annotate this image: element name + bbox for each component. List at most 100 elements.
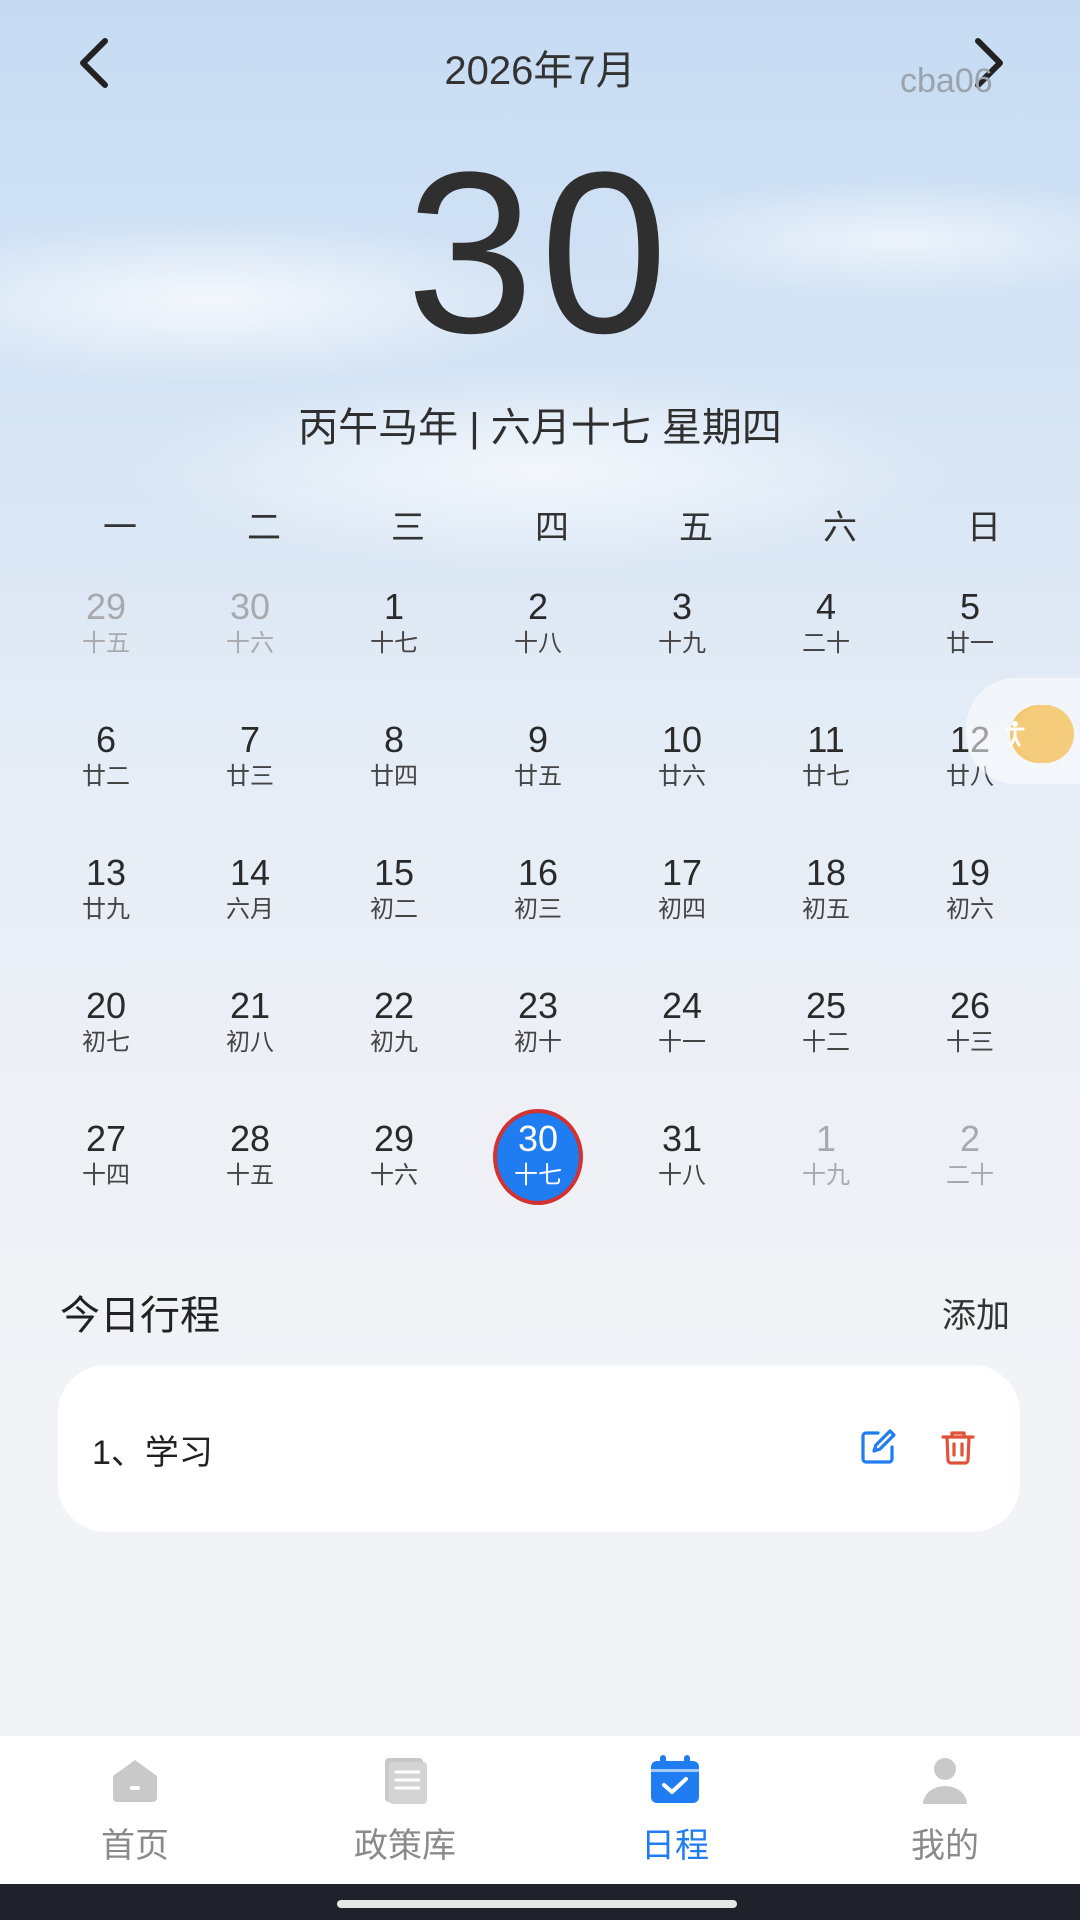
day-number: 1 <box>383 586 405 627</box>
lunar-day: 初四 <box>658 896 706 923</box>
day-number: 4 <box>815 586 837 627</box>
schedule-item-text: 1、学习 <box>92 1434 213 1472</box>
calendar-day[interactable]: 13 廿九 <box>34 846 178 979</box>
lunar-day: 十七 <box>514 1162 562 1189</box>
calendar-day[interactable]: 8 廿四 <box>322 713 466 846</box>
day-number: 5 <box>959 586 981 627</box>
calendar-day[interactable]: 19 初六 <box>898 846 1042 979</box>
lunar-day: 二十 <box>802 630 850 657</box>
calendar-day[interactable]: 20 初七 <box>34 979 178 1112</box>
calendar-day[interactable]: 2 十八 <box>466 580 610 713</box>
lunar-day: 十八 <box>514 630 562 657</box>
calendar-day[interactable]: 21 初八 <box>178 979 322 1112</box>
lunar-day: 十二 <box>802 1029 850 1056</box>
tab-home[interactable]: 首页 <box>0 1736 270 1884</box>
lunar-day: 十八 <box>658 1162 706 1189</box>
day-number: 22 <box>373 985 415 1026</box>
bottom-tab-bar: 首页 政策库 日程 我的 <box>0 1736 1080 1884</box>
lunar-day: 十三 <box>946 1029 994 1056</box>
calendar-day[interactable]: 4 二十 <box>754 580 898 713</box>
calendar-grid: 29 十五 30 十六 1 十七 2 十八 3 十九 4 二十 5 廿一 6 廿二 7 廿三 8 廿四 9 廿五 10 廿六 1… <box>34 580 1042 1245</box>
day-number: 11 <box>807 719 845 760</box>
calendar-day[interactable]: 16 初三 <box>466 846 610 979</box>
day-number: 1 <box>815 1118 837 1159</box>
calendar-day[interactable]: 2 二十 <box>898 1112 1042 1245</box>
add-schedule-button[interactable]: 添加 <box>942 1288 1010 1337</box>
calendar-day[interactable]: 11 廿七 <box>754 713 898 846</box>
day-number: 18 <box>805 852 847 893</box>
home-indicator[interactable] <box>337 1900 737 1908</box>
day-number: 31 <box>661 1118 703 1159</box>
day-number: 27 <box>85 1118 127 1159</box>
calendar-day[interactable]: 15 初二 <box>322 846 466 979</box>
lunar-day: 初八 <box>226 1029 274 1056</box>
edit-icon[interactable] <box>858 1427 898 1467</box>
calendar-day[interactable]: 25 十二 <box>754 979 898 1112</box>
policy-library-icon <box>385 1758 427 1804</box>
day-number: 8 <box>383 719 405 760</box>
calendar-day[interactable]: 9 廿五 <box>466 713 610 846</box>
day-number: 15 <box>373 852 415 893</box>
lunar-day: 十四 <box>82 1162 130 1189</box>
calendar-day[interactable]: 17 初四 <box>610 846 754 979</box>
day-number: 9 <box>527 719 549 760</box>
day-number: 30 <box>517 1118 559 1159</box>
calendar-icon <box>651 1755 699 1803</box>
lunar-day: 十六 <box>226 630 274 657</box>
watermark: cba06 <box>900 62 993 100</box>
lunar-day: 廿二 <box>82 763 130 790</box>
lunar-date-line: 丙午马年 | 六月十七 星期四 <box>298 406 782 450</box>
day-number: 14 <box>229 852 271 893</box>
lunar-day: 初九 <box>370 1029 418 1056</box>
calendar-day[interactable]: 3 十九 <box>610 580 754 713</box>
calendar-day[interactable]: 23 初十 <box>466 979 610 1112</box>
tab-mine[interactable]: 我的 <box>810 1736 1080 1884</box>
lunar-day: 初二 <box>370 896 418 923</box>
weekday-label: 二 <box>247 509 281 547</box>
calendar-day[interactable]: 27 十四 <box>34 1112 178 1245</box>
lunar-day: 初七 <box>82 1029 130 1056</box>
calendar-day[interactable]: 1 十九 <box>754 1112 898 1245</box>
weekday-label: 六 <box>823 509 857 547</box>
weekday-label: 三 <box>391 509 425 547</box>
calendar-day[interactable]: 24 十一 <box>610 979 754 1112</box>
calendar-day[interactable]: 1 十七 <box>322 580 466 713</box>
lunar-day: 初六 <box>946 896 994 923</box>
tab-schedule[interactable]: 日程 <box>540 1736 810 1884</box>
weekday-header: 一 二 三 四 五 六 日 <box>48 500 1056 549</box>
day-number: 7 <box>239 719 261 760</box>
day-number: 23 <box>517 985 559 1026</box>
weekday-label: 日 <box>967 509 1001 547</box>
calendar-day[interactable]: 28 十五 <box>178 1112 322 1245</box>
lunar-day: 十六 <box>370 1162 418 1189</box>
lunar-day: 廿一 <box>946 630 994 657</box>
big-day-number: 30 <box>406 124 674 381</box>
calendar-day[interactable]: 10 廿六 <box>610 713 754 846</box>
calendar-day[interactable]: 18 初五 <box>754 846 898 979</box>
lunar-day: 二十 <box>946 1162 994 1189</box>
day-number: 19 <box>949 852 991 893</box>
lunar-day: 十五 <box>226 1162 274 1189</box>
calendar-day[interactable]: 29 十六 <box>322 1112 466 1245</box>
schedule-item-card[interactable]: 1、学习 <box>58 1365 1020 1532</box>
calendar-day[interactable]: 22 初九 <box>322 979 466 1112</box>
calendar-day[interactable]: 29 十五 <box>34 580 178 713</box>
trash-icon[interactable] <box>938 1427 978 1467</box>
weekday-label: 一 <box>103 509 137 547</box>
day-number: 16 <box>517 852 559 893</box>
calendar-day[interactable]: 31 十八 <box>610 1112 754 1245</box>
calendar-day[interactable]: 7 廿三 <box>178 713 322 846</box>
day-number: 3 <box>671 586 693 627</box>
calendar-day[interactable]: 6 廿二 <box>34 713 178 846</box>
tab-policy-library[interactable]: 政策库 <box>270 1736 540 1884</box>
lunar-day: 廿六 <box>658 763 706 790</box>
user-icon <box>923 1758 967 1804</box>
calendar-header: 2026年7月 cba06 <box>0 0 1080 130</box>
day-number: 2 <box>959 1118 981 1159</box>
calendar-day[interactable]: 30 十六 <box>178 580 322 713</box>
calendar-day[interactable]: 26 十三 <box>898 979 1042 1112</box>
calendar-day-selected[interactable]: 30 十七 <box>466 1109 610 1245</box>
calendar-day[interactable]: 14 六月 <box>178 846 322 979</box>
day-number: 29 <box>85 586 127 627</box>
day-number: 25 <box>805 985 847 1026</box>
